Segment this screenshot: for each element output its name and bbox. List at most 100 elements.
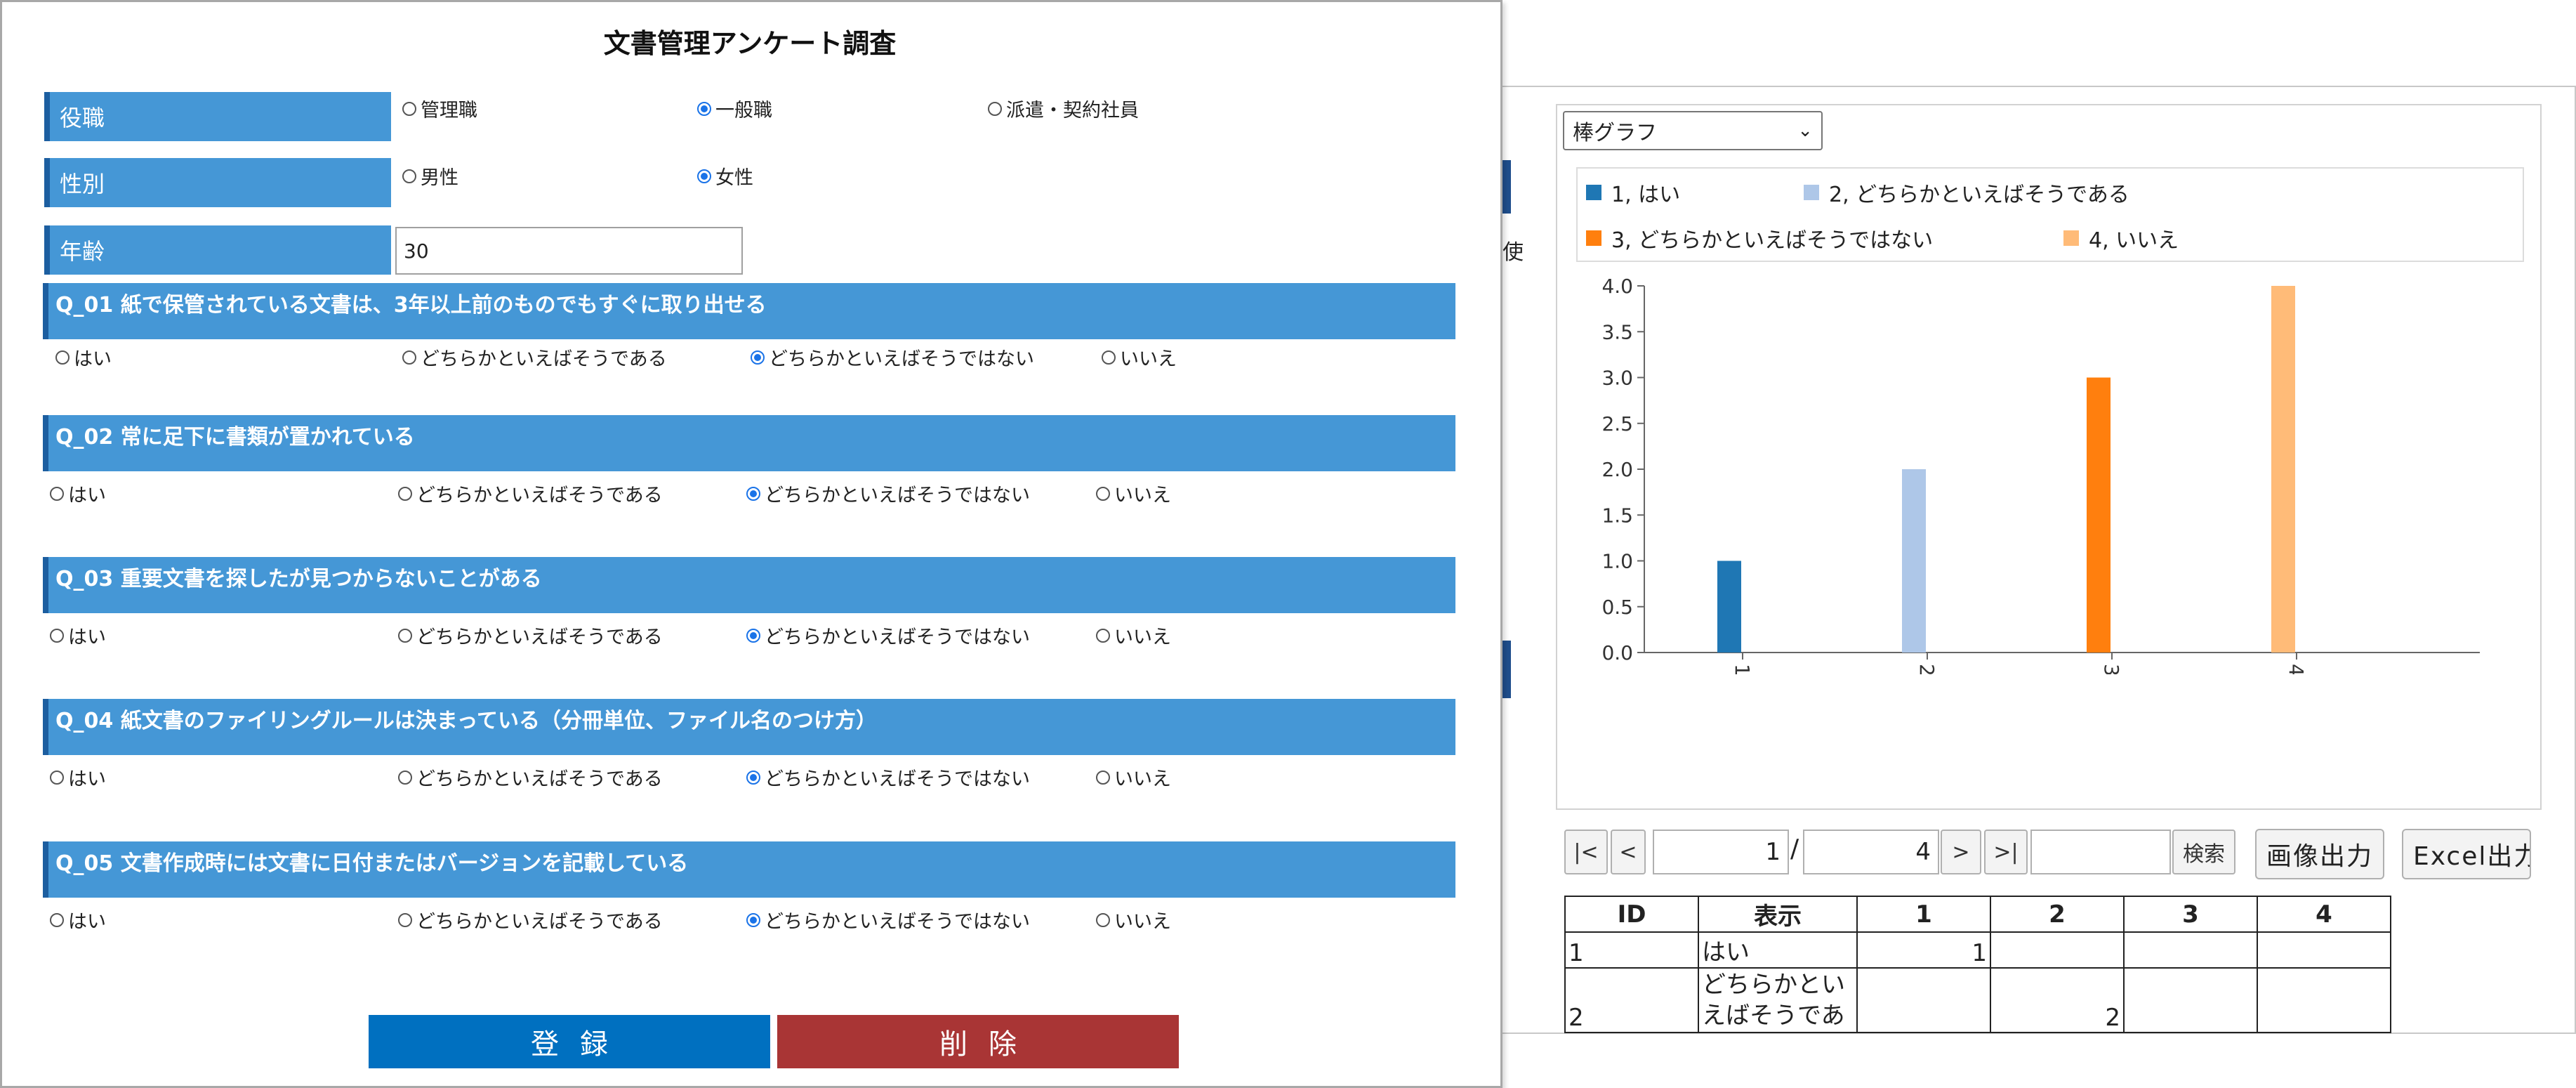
q3-option-yes[interactable]: はい (50, 622, 106, 649)
radio-button[interactable] (50, 486, 64, 501)
option-label: 派遣・契約社員 (1006, 100, 1139, 122)
q5-option-yes[interactable]: はい (50, 906, 106, 933)
q1-option-no[interactable]: いいえ (1102, 343, 1177, 371)
x-tick-label: 1 (1731, 664, 1754, 674)
legend-item-3: 3, どちらかといえばそうではない (1586, 223, 1933, 254)
radio-button[interactable] (1102, 350, 1116, 365)
x-tick-label: 2 (1915, 664, 1938, 674)
role-option-general[interactable]: 一般職 (697, 95, 772, 122)
q2-option-somewhat-yes[interactable]: どちらかといえばそうである (398, 480, 663, 507)
option-label: どちらかといえばそうである (416, 768, 663, 790)
q3-option-no[interactable]: いいえ (1096, 622, 1171, 649)
search-button[interactable]: 検索 (2172, 830, 2235, 874)
q4-option-somewhat-yes[interactable]: どちらかといえばそうである (398, 763, 663, 791)
q4-option-no[interactable]: いいえ (1096, 763, 1171, 791)
table-cell: 2 (1990, 967, 2125, 1033)
q2-option-yes[interactable]: はい (50, 480, 106, 507)
role-option-manager[interactable]: 管理職 (402, 95, 477, 122)
option-label: いいえ (1114, 485, 1171, 506)
radio-button[interactable] (697, 101, 711, 116)
table-cell (2257, 931, 2391, 969)
radio-button[interactable] (50, 912, 64, 927)
option-label: 一般職 (715, 100, 772, 122)
q4-option-yes[interactable]: はい (50, 763, 106, 791)
chart-type-select[interactable]: 棒グラフ ⌄ (1563, 111, 1823, 150)
q1-option-yes[interactable]: はい (55, 343, 112, 371)
q1-option-somewhat-yes[interactable]: どちらかといえばそうである (402, 343, 667, 371)
radio-button[interactable] (398, 770, 412, 785)
bar (2087, 377, 2111, 653)
table-cell: どちらかといえばそうであ (1698, 967, 1858, 1033)
excel-export-button[interactable]: Excel出力 (2402, 829, 2531, 879)
radio-button[interactable] (1096, 486, 1110, 501)
table-header-row: ID 表示 1 2 3 4 (1564, 896, 2391, 933)
image-export-button[interactable]: 画像出力 (2255, 829, 2384, 879)
radio-button[interactable] (1096, 628, 1110, 643)
page-title: 文書管理アンケート調査 (603, 28, 897, 59)
question-1-label: Q_01 紙で保管されている文書は、3年以上前のものでもすぐに取り出せる (43, 283, 1455, 339)
q4-option-somewhat-no[interactable]: どちらかといえばそうではない (746, 763, 1030, 791)
radio-button[interactable] (402, 101, 416, 116)
option-label: どちらかといえばそうである (416, 485, 663, 506)
option-label: いいえ (1114, 911, 1171, 933)
legend-label-4: 4, いいえ (2089, 228, 2179, 253)
table-cell (2123, 967, 2258, 1033)
legend-item-2: 2, どちらかといえばそうである (1804, 177, 2129, 208)
table-row: 2 どちらかといえばそうであ 2 (1564, 967, 2391, 1033)
bar (1717, 561, 1741, 653)
q2-option-no[interactable]: いいえ (1096, 480, 1171, 507)
radio-button[interactable] (402, 350, 416, 365)
next-page-button[interactable]: > (1941, 830, 1981, 874)
option-label: どちらかといえばそうではない (765, 485, 1030, 506)
q3-option-somewhat-yes[interactable]: どちらかといえばそうである (398, 622, 663, 649)
current-page-input[interactable]: 1 (1653, 830, 1789, 874)
radio-button[interactable] (1096, 770, 1110, 785)
radio-button[interactable] (50, 770, 64, 785)
y-tick-label: 1.5 (1601, 504, 1633, 527)
q3-option-somewhat-no[interactable]: どちらかといえばそうではない (746, 622, 1030, 649)
q2-option-somewhat-no[interactable]: どちらかといえばそうではない (746, 480, 1030, 507)
delete-button[interactable]: 削除 (777, 1015, 1179, 1068)
option-label: どちらかといえばそうである (416, 911, 663, 933)
option-label: いいえ (1114, 627, 1171, 648)
register-button[interactable]: 登録 (369, 1015, 770, 1068)
last-page-button[interactable]: >| (1984, 830, 2028, 874)
age-input[interactable]: 30 (395, 227, 743, 275)
x-tick-label: 4 (2285, 664, 2308, 674)
q5-option-somewhat-yes[interactable]: どちらかといえばそうである (398, 906, 663, 933)
radio-button[interactable] (751, 350, 765, 365)
radio-button[interactable] (402, 169, 416, 183)
bar (1902, 469, 1926, 653)
q1-option-somewhat-no[interactable]: どちらかといえばそうではない (751, 343, 1034, 371)
prev-page-button[interactable]: < (1611, 830, 1646, 874)
radio-button[interactable] (746, 486, 760, 501)
radio-button[interactable] (746, 628, 760, 643)
table-cell (2257, 967, 2391, 1033)
radio-button[interactable] (697, 169, 711, 183)
radio-button[interactable] (50, 628, 64, 643)
role-option-contract[interactable]: 派遣・契約社員 (988, 95, 1139, 122)
radio-button[interactable] (988, 101, 1002, 116)
gender-option-female[interactable]: 女性 (697, 162, 753, 190)
radio-button[interactable] (746, 912, 760, 927)
q5-option-no[interactable]: いいえ (1096, 906, 1171, 933)
y-tick-label: 2.0 (1601, 458, 1633, 481)
y-tick-label: 0.5 (1601, 596, 1633, 619)
radio-button[interactable] (398, 486, 412, 501)
option-label: はい (68, 485, 106, 506)
table-header-id: ID (1564, 896, 1699, 933)
table-cell (2123, 931, 2258, 969)
y-tick-label: 1.0 (1601, 550, 1633, 573)
radio-button[interactable] (55, 350, 70, 365)
radio-button[interactable] (746, 770, 760, 785)
radio-button[interactable] (398, 912, 412, 927)
search-input[interactable] (2030, 830, 2171, 874)
radio-button[interactable] (1096, 912, 1110, 927)
q5-option-somewhat-no[interactable]: どちらかといえばそうではない (746, 906, 1030, 933)
table-cell: はい (1698, 931, 1858, 969)
option-label: どちらかといえばそうである (416, 627, 663, 648)
radio-button[interactable] (398, 628, 412, 643)
first-page-button[interactable]: |< (1564, 830, 1608, 874)
gender-option-male[interactable]: 男性 (402, 162, 458, 190)
table-cell: 1 (1856, 931, 1991, 969)
